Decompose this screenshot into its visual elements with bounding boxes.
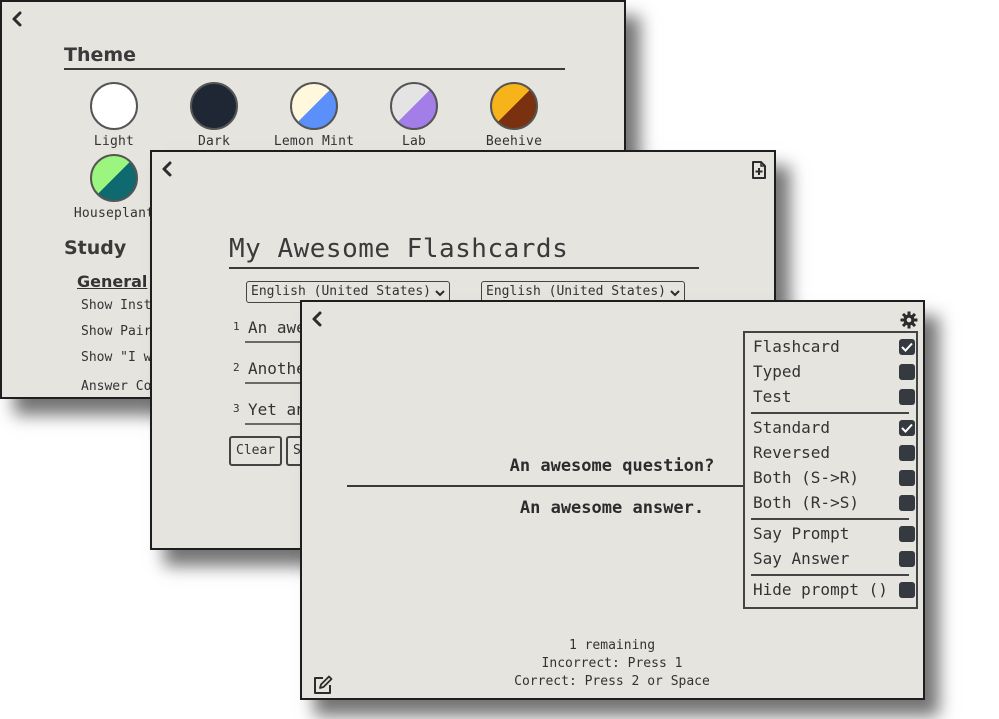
- menu-item-both-r-s[interactable]: Both (R->S): [753, 493, 915, 515]
- theme-beehive-swatch: [490, 82, 538, 130]
- card-number: 2: [233, 361, 240, 374]
- checkbox-say-prompt[interactable]: [899, 526, 915, 542]
- theme-lab-swatch: [390, 82, 438, 130]
- menu-item-label: Hide prompt (): [753, 580, 888, 599]
- theme-divider: [64, 68, 565, 70]
- add-file-icon[interactable]: [749, 160, 769, 180]
- theme-lab[interactable]: Lab: [364, 82, 464, 149]
- card-answer: An awesome answer.: [519, 498, 705, 518]
- deck-title-underline: [229, 267, 699, 269]
- menu-item-label: Typed: [753, 362, 802, 381]
- study-option[interactable]: Show "I w: [81, 350, 151, 365]
- theme-lemon-mint-swatch: [290, 82, 338, 130]
- theme-beehive[interactable]: Beehive: [464, 82, 564, 149]
- theme-light[interactable]: Light: [64, 82, 164, 149]
- back-icon[interactable]: [158, 159, 178, 179]
- card-prompt-input[interactable]: Yet an: [248, 400, 306, 419]
- menu-item-both-s-r[interactable]: Both (S->R): [753, 468, 915, 490]
- menu-divider: [751, 574, 909, 576]
- back-icon[interactable]: [308, 309, 328, 329]
- remaining-count: 1 remaining: [568, 638, 656, 653]
- general-subsection-title: General: [77, 272, 148, 291]
- menu-item-label: Both (S->R): [753, 468, 859, 487]
- menu-item-flashcard[interactable]: Flashcard: [753, 337, 915, 359]
- study-option[interactable]: Show Pair: [81, 324, 151, 339]
- menu-item-label: Both (R->S): [753, 493, 859, 512]
- study-option[interactable]: Show Inst: [81, 298, 151, 313]
- theme-lemon-mint[interactable]: Lemon Mint: [264, 82, 364, 149]
- correct-hint: Correct: Press 2 or Space: [514, 674, 710, 689]
- theme-label: Lemon Mint: [273, 134, 355, 149]
- theme-label: Light: [93, 134, 135, 149]
- deck-title[interactable]: My Awesome Flashcards: [229, 234, 568, 264]
- back-icon[interactable]: [8, 9, 28, 29]
- menu-item-label: Flashcard: [753, 337, 840, 356]
- card-prompt-input[interactable]: Anothe: [248, 359, 306, 378]
- menu-item-label: Test: [753, 387, 792, 406]
- menu-item-say-answer[interactable]: Say Answer: [753, 549, 915, 571]
- theme-houseplant[interactable]: Houseplant: [64, 154, 164, 221]
- menu-item-hide-prompt[interactable]: Hide prompt (): [753, 580, 915, 602]
- incorrect-hint: Incorrect: Press 1: [541, 656, 683, 671]
- checkbox-hide-prompt[interactable]: [899, 582, 915, 598]
- prompt-language-value: English (United States): [251, 284, 432, 299]
- checkbox-both-r-s[interactable]: [899, 495, 915, 511]
- card-question: An awesome question?: [509, 456, 715, 476]
- menu-item-reversed[interactable]: Reversed: [753, 443, 915, 465]
- card-number: 3: [233, 402, 240, 415]
- menu-item-say-prompt[interactable]: Say Prompt: [753, 524, 915, 546]
- menu-item-label: Standard: [753, 418, 831, 437]
- edit-icon[interactable]: [312, 674, 334, 696]
- card-number: 1: [233, 320, 240, 333]
- menu-divider: [751, 412, 909, 414]
- question-answer-divider: [347, 485, 747, 487]
- checkbox-standard[interactable]: [899, 420, 915, 436]
- card-prompt-input[interactable]: An awe: [248, 318, 306, 337]
- theme-dark[interactable]: Dark: [164, 82, 264, 149]
- check-icon: [901, 342, 913, 352]
- checkbox-typed[interactable]: [899, 364, 915, 380]
- checkbox-both-s-r[interactable]: [899, 470, 915, 486]
- menu-item-standard[interactable]: Standard: [753, 418, 915, 440]
- answer-language-value: English (United States): [486, 284, 667, 299]
- theme-section-title: Theme: [64, 44, 137, 66]
- theme-dark-swatch: [190, 82, 238, 130]
- theme-label: Beehive: [485, 134, 543, 149]
- checkbox-say-answer[interactable]: [899, 551, 915, 567]
- menu-item-label: Say Answer: [753, 549, 850, 568]
- menu-divider: [751, 518, 909, 520]
- theme-light-swatch: [90, 82, 138, 130]
- theme-houseplant-swatch: [90, 154, 138, 202]
- checkbox-flashcard[interactable]: [899, 339, 915, 355]
- menu-item-label: Say Prompt: [753, 524, 850, 543]
- study-section-title: Study: [64, 237, 127, 259]
- menu-item-label: Reversed: [753, 443, 831, 462]
- menu-item-test[interactable]: Test: [753, 387, 915, 409]
- clear-button[interactable]: Clear: [229, 436, 283, 466]
- checkbox-test[interactable]: [899, 389, 915, 405]
- theme-label: Lab: [401, 134, 427, 149]
- gear-icon[interactable]: [899, 310, 919, 330]
- checkbox-reversed[interactable]: [899, 445, 915, 461]
- theme-label: Dark: [197, 134, 231, 149]
- check-icon: [901, 423, 913, 433]
- study-window: An awesome question? An awesome answer. …: [300, 300, 925, 700]
- study-settings-menu: Flashcard Typed Test Standard Reversed B…: [743, 331, 918, 609]
- theme-label: Houseplant: [73, 206, 155, 221]
- study-option[interactable]: Answer Co: [81, 379, 151, 394]
- menu-item-typed[interactable]: Typed: [753, 362, 915, 384]
